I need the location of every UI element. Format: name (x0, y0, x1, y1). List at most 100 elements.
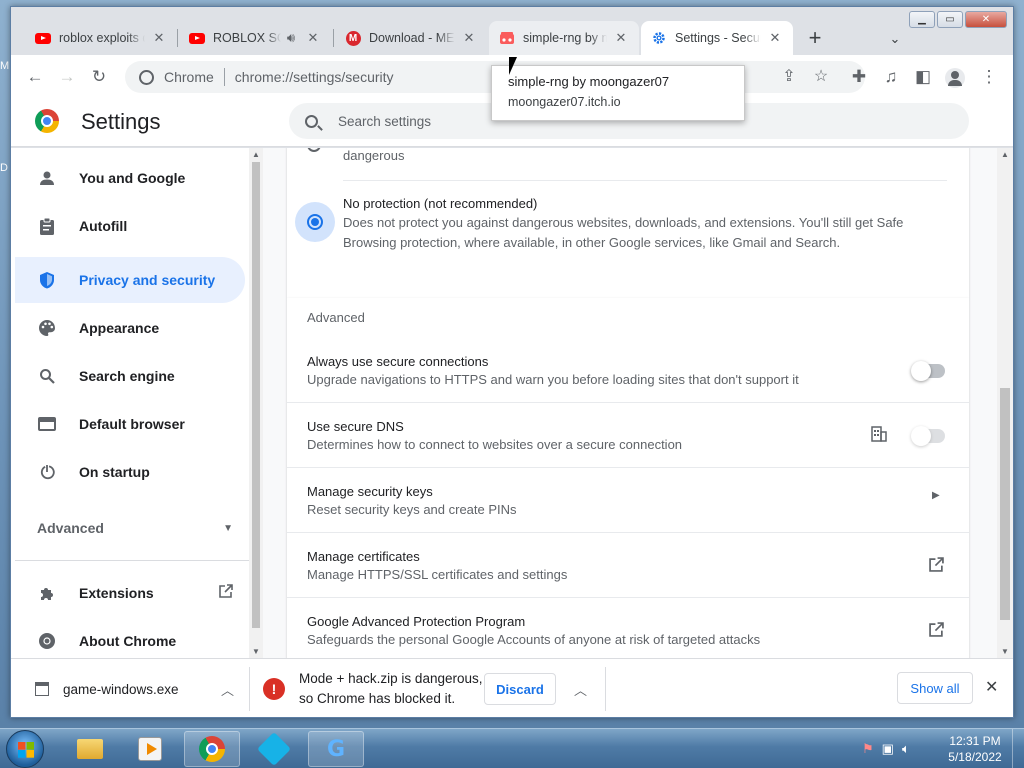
open-in-new-icon[interactable] (929, 622, 944, 642)
reload-icon[interactable]: ↻ (87, 65, 111, 89)
taskbar-kodi[interactable] (246, 731, 302, 767)
sidebar-item-on-startup[interactable]: On startup (15, 449, 245, 495)
network-icon[interactable]: ▣ (882, 741, 894, 757)
speaker-icon[interactable]: 🔊︎ (283, 30, 299, 46)
download-separator (249, 667, 250, 711)
page-title: Settings (81, 109, 161, 134)
search-icon (305, 114, 318, 128)
close-icon[interactable]: ✕ (613, 30, 629, 46)
advanced-section-header: Advanced (307, 310, 365, 325)
show-desktop-button[interactable] (1012, 729, 1024, 768)
sidebar-item-label: Extensions (79, 585, 154, 601)
share-icon[interactable]: ⇪ (777, 65, 801, 89)
settings-sidebar: You and Google Autofill Privacy and secu… (11, 148, 251, 658)
search-icon (37, 366, 57, 386)
open-in-new-icon (219, 583, 233, 603)
sidebar-item-default-browser[interactable]: Default browser (15, 401, 245, 447)
main-scrollbar[interactable]: ▲ ▼ (997, 148, 1013, 658)
taskbar-media-player[interactable] (122, 731, 178, 767)
extensions-puzzle-icon[interactable]: ✚ (847, 65, 871, 89)
new-tab-button[interactable]: + (801, 25, 829, 53)
sidebar-item-privacy-and-security[interactable]: Privacy and security (15, 257, 245, 303)
folder-icon (77, 739, 103, 759)
taskbar-chrome[interactable] (184, 731, 240, 767)
sidebar-item-appearance[interactable]: Appearance (15, 305, 245, 351)
clock-date: 5/18/2022 (948, 750, 1002, 764)
mega-icon: M (345, 30, 361, 46)
close-icon[interactable]: ✕ (767, 30, 783, 46)
row-description: Safeguards the personal Google Accounts … (307, 632, 761, 647)
sidebar-advanced-toggle[interactable]: Advanced ▼ (15, 505, 245, 551)
row-divider (287, 597, 969, 598)
forward-arrow-icon[interactable]: → (55, 65, 79, 89)
close-icon[interactable]: ✕ (461, 30, 477, 46)
action-center-flag-icon[interactable]: ⚑ (862, 741, 874, 757)
tab-separator (333, 29, 334, 47)
sidebar-item-label: On startup (79, 464, 150, 480)
scroll-up-icon[interactable]: ▲ (251, 150, 261, 159)
show-all-button[interactable]: Show all (897, 672, 973, 704)
close-icon[interactable]: ✕ (151, 30, 167, 46)
maximize-button[interactable]: ▭ (937, 11, 963, 28)
no-protection-title: No protection (not recommended) (343, 196, 538, 211)
tab-search-chevron-icon[interactable]: ⌄ (883, 27, 907, 51)
tab-roblox-exploits[interactable]: roblox exploits d ✕ (25, 21, 177, 55)
sidebar-scrollbar[interactable]: ▲ ▼ (249, 148, 263, 658)
profile-avatar-icon[interactable] (943, 65, 967, 89)
taskbar-clock[interactable]: 12:31 PM 5/18/2022 (940, 733, 1010, 765)
tab-title: roblox exploits d (59, 31, 145, 45)
volume-icon[interactable]: 🔈︎ (902, 741, 910, 757)
secure-connections-toggle[interactable] (911, 361, 945, 381)
mouse-cursor-icon (509, 57, 517, 75)
secure-dns-toggle[interactable] (911, 426, 945, 446)
tab-simple-rng[interactable]: simple-rng by m ✕ (489, 21, 639, 55)
start-button[interactable] (6, 730, 44, 768)
arrow-right-icon[interactable]: ▶ (932, 490, 940, 501)
close-window-button[interactable]: ✕ (965, 11, 1007, 28)
safe-browsing-card: dangerous No protection (not recommended… (287, 148, 969, 298)
scroll-up-icon[interactable]: ▲ (1000, 150, 1010, 159)
radio-no-protection-selected[interactable] (295, 202, 335, 242)
close-icon[interactable]: ✕ (305, 30, 321, 46)
row-description: Determines how to connect to websites ov… (307, 437, 683, 452)
radio-unselected[interactable] (307, 148, 321, 152)
scroll-down-icon[interactable]: ▼ (251, 647, 261, 656)
sidebar-item-extensions[interactable]: Extensions (15, 570, 245, 616)
scrollbar-thumb[interactable] (1000, 388, 1010, 620)
discard-button[interactable]: Discard (484, 673, 556, 705)
media-controls-icon[interactable]: ♫ (879, 65, 903, 89)
chevron-up-icon[interactable]: ︿ (574, 680, 587, 699)
scrollbar-thumb[interactable] (252, 162, 260, 628)
scroll-down-icon[interactable]: ▼ (1000, 647, 1010, 656)
sidebar-item-label: Autofill (79, 218, 128, 234)
tab-separator (177, 29, 178, 47)
taskbar-app-g[interactable]: G (308, 731, 364, 767)
open-in-new-icon[interactable] (929, 557, 944, 577)
sidebar-item-autofill[interactable]: Autofill (15, 203, 245, 249)
minimize-button[interactable]: ▁ (909, 11, 935, 28)
row-title: Use secure DNS (307, 419, 404, 434)
youtube-icon (35, 30, 51, 46)
tab-mega-download[interactable]: M Download - MEG ✕ (335, 21, 487, 55)
row-divider (343, 180, 947, 181)
tab-roblox-scr[interactable]: ROBLOX SCR 🔊︎ ✕ (179, 21, 331, 55)
taskbar-explorer[interactable] (62, 731, 118, 767)
sidebar-item-search-engine[interactable]: Search engine (15, 353, 245, 399)
chrome-window: roblox exploits d ✕ ROBLOX SCR 🔊︎ ✕ M Do… (10, 6, 1014, 718)
tab-title: Settings - Securit (675, 31, 761, 45)
shield-icon (37, 270, 57, 290)
bookmark-star-icon[interactable]: ☆ (809, 65, 833, 89)
download-separator (605, 667, 606, 711)
hover-card-title: simple-rng by moongazer07 (508, 74, 670, 89)
file-icon (35, 682, 49, 696)
close-icon[interactable]: ✕ (985, 677, 998, 697)
kebab-menu-icon[interactable]: ⋮ (977, 65, 1001, 89)
chevron-up-icon[interactable]: ︿ (221, 680, 234, 699)
sidebar-item-label: Appearance (79, 320, 160, 336)
side-panel-icon[interactable]: ◧ (911, 65, 935, 89)
sidebar-item-you-and-google[interactable]: You and Google (15, 155, 245, 201)
download-item-game-windows[interactable]: game-windows.exe ︿ (35, 671, 239, 707)
youtube-icon (189, 30, 205, 46)
back-arrow-icon[interactable]: ← (23, 65, 47, 89)
tab-settings-security[interactable]: Settings - Securit ✕ (641, 21, 793, 55)
